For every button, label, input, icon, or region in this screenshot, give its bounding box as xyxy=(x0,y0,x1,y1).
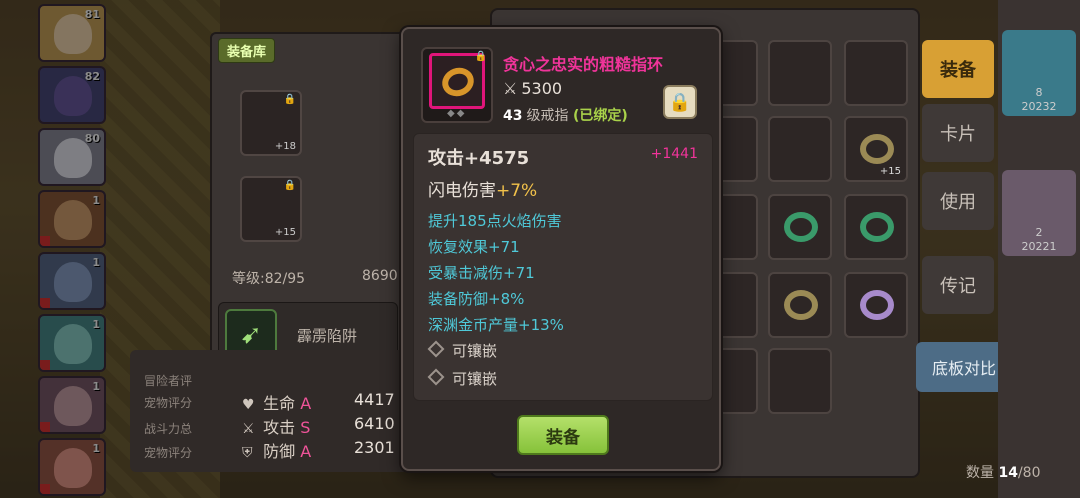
side-label: 宠物评分 xyxy=(144,446,193,460)
attack-bonus: +1441 xyxy=(650,146,698,162)
lock-icon: 🔒 xyxy=(474,51,487,62)
heart-icon: ♥ xyxy=(242,397,255,413)
item-power-value: 5300 xyxy=(521,79,563,98)
attack-stat: 攻击+4575 xyxy=(428,148,530,169)
sword-icon: ⚔ xyxy=(242,421,255,437)
inventory-slot[interactable] xyxy=(844,272,908,338)
stat-row-hp: ♥ 生命 A 4417 xyxy=(242,390,395,414)
lightning-damage-stat: 闪电伤害+7% xyxy=(428,176,537,201)
stat-grade: A xyxy=(300,442,312,461)
inventory-slot[interactable] xyxy=(768,348,832,414)
biography-tab-button[interactable]: 传记 xyxy=(922,256,994,314)
item-type: 级戒指 xyxy=(526,108,569,124)
stat-label: 防御 xyxy=(263,442,296,461)
equipped-weapon-slot[interactable]: 🔒 +18 xyxy=(240,90,302,156)
equipment-library-tab[interactable]: 装备库 xyxy=(218,38,276,63)
diamond-socket-icon xyxy=(427,368,445,386)
equip-button[interactable]: 装备 xyxy=(517,415,609,455)
side-label: 战斗力总 xyxy=(144,422,193,436)
stat-label: 生命 xyxy=(263,394,296,413)
lightning-label: 闪电伤害 xyxy=(428,181,496,201)
hero-card[interactable]: 2 20221 xyxy=(1002,170,1076,256)
shield-icon: ⛨ xyxy=(242,445,253,461)
slot-plus: +18 xyxy=(274,141,296,152)
lightning-value: +7% xyxy=(496,181,538,201)
ring-item-icon xyxy=(784,290,818,320)
inventory-quantity: 数量 14/80 xyxy=(966,465,1041,481)
use-tab-button[interactable]: 使用 xyxy=(922,172,994,230)
sub-stat: 恢复效果+71 xyxy=(428,238,520,256)
item-name: 贪心之忠实的粗糙指环 xyxy=(503,55,664,74)
quantity-current: 14 xyxy=(998,465,1018,481)
inventory-slot[interactable] xyxy=(768,272,832,338)
hero-id-number: 20221 xyxy=(1021,240,1057,253)
hero-card[interactable]: 8 20232 xyxy=(1002,30,1076,116)
ring-item-icon xyxy=(784,212,818,242)
ring-item-icon xyxy=(860,134,894,164)
right-hero-column: 8 20232 2 20221 xyxy=(998,0,1080,498)
stat-row-defense: ⛨ 防御 A 2301 xyxy=(242,438,395,462)
skill-name: 霹雳陷阱 xyxy=(297,327,358,345)
equipped-armor-slot[interactable]: 🔒 +15 xyxy=(240,176,302,242)
stat-grade: A xyxy=(300,394,312,413)
item-stats-body: 攻击+4575 +1441 闪电伤害+7% 提升185点火焰伤害 恢复效果+71… xyxy=(413,133,713,401)
hero-level-label: 等级:82/95 xyxy=(232,271,306,287)
card-tab-button[interactable]: 卡片 xyxy=(922,104,994,162)
quantity-label: 数量 xyxy=(966,465,994,481)
lock-icon: 🔒 xyxy=(283,180,296,191)
gem-socket-icon: ◆◆ xyxy=(447,108,467,119)
ring-icon xyxy=(438,63,478,101)
empty-socket: 可镶嵌 xyxy=(427,368,498,389)
stat-value: 2301 xyxy=(354,438,395,457)
stat-row-attack: ⚔ 攻击 S 6410 xyxy=(242,414,395,438)
stat-value: 4417 xyxy=(354,390,395,409)
inventory-slot[interactable] xyxy=(768,116,832,182)
sub-stat: 装备防御+8% xyxy=(428,290,525,308)
diamond-socket-icon xyxy=(427,340,445,358)
side-label: 冒险者评 xyxy=(144,374,193,388)
ring-item-icon xyxy=(860,290,894,320)
inventory-slot[interactable]: +15 xyxy=(844,116,908,182)
socket-label: 可镶嵌 xyxy=(452,342,498,360)
inventory-slot[interactable] xyxy=(768,40,832,106)
equipment-tab-button[interactable]: 装备 xyxy=(922,40,994,98)
sub-stat: 深渊金币产量+13% xyxy=(428,316,564,334)
quantity-max: 80 xyxy=(1022,465,1041,481)
socket-label: 可镶嵌 xyxy=(452,370,498,388)
inventory-slot[interactable] xyxy=(844,40,908,106)
bound-status: (已绑定) xyxy=(572,108,628,124)
padlock-icon: 🔒 xyxy=(668,91,692,113)
item-power: ⚔ 5300 xyxy=(503,79,562,98)
ring-item-icon xyxy=(860,212,894,242)
inventory-slot[interactable] xyxy=(768,194,832,260)
hero-small-number: 8 xyxy=(1035,86,1043,99)
sub-stat: 受暴击减伤+71 xyxy=(428,264,535,282)
inventory-slot[interactable] xyxy=(844,194,908,260)
slot-plus: +15 xyxy=(274,227,296,238)
stat-grade: S xyxy=(300,418,311,437)
hero-small-number: 2 xyxy=(1035,226,1043,239)
empty-socket: 可镶嵌 xyxy=(427,340,498,361)
side-label: 宠物评分 xyxy=(144,396,193,410)
item-tooltip: 🔒 ◆◆ 贪心之忠实的粗糙指环 ⚔ 5300 43 级戒指 (已绑定) 🔒 攻击+4… xyxy=(401,27,721,471)
hero-id-number: 20232 xyxy=(1021,100,1057,113)
crossed-swords-icon: ⚔ xyxy=(503,79,518,98)
sub-stat: 提升185点火焰伤害 xyxy=(428,212,562,230)
item-level: 43 xyxy=(503,108,523,124)
lock-icon: 🔒 xyxy=(283,94,296,105)
item-plus: +15 xyxy=(879,166,901,177)
item-type-line: 43 级戒指 (已绑定) xyxy=(503,105,628,125)
stat-label: 攻击 xyxy=(263,418,296,437)
stat-value: 6410 xyxy=(354,414,395,433)
hero-exp-value: 8690 xyxy=(362,268,398,284)
hero-stats-box: 冒险者评 宠物评分 战斗力总 宠物评分 ♥ 生命 A 4417 ⚔ 攻击 S 6… xyxy=(130,350,410,472)
item-icon-box: 🔒 ◆◆ xyxy=(421,47,493,123)
lock-toggle-button[interactable]: 🔒 xyxy=(663,85,697,119)
